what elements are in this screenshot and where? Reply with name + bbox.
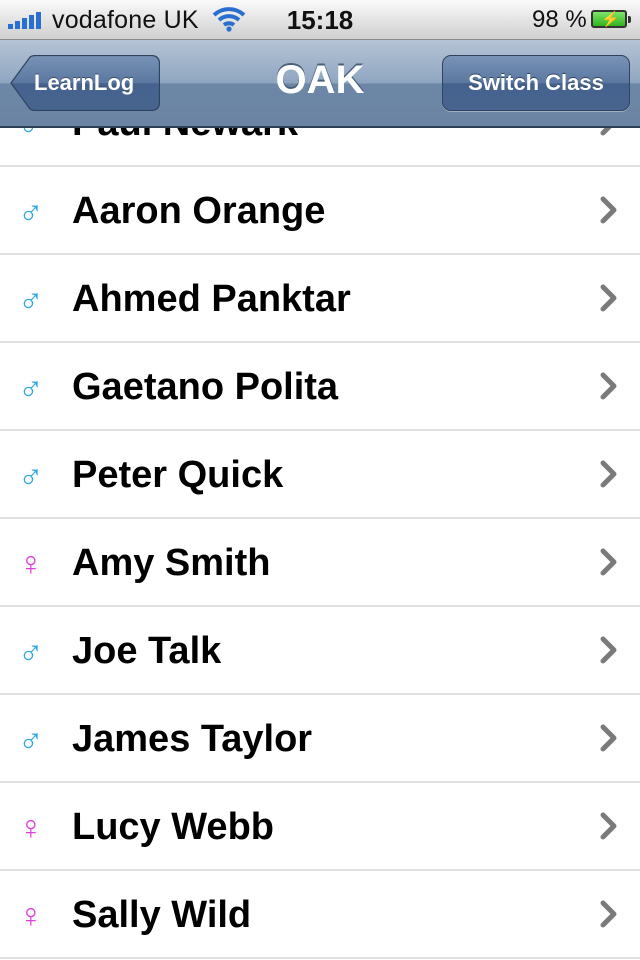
student-name: Paul Newark	[72, 128, 298, 145]
chevron-right-icon	[600, 128, 612, 136]
male-icon: ♂	[18, 721, 44, 759]
student-name: Joe Talk	[72, 630, 222, 672]
chevron-right-icon	[600, 196, 617, 224]
student-row[interactable]: ♂ Paul Newark	[0, 128, 640, 167]
navigation-bar: LearnLog OAK Switch Class	[0, 40, 640, 128]
student-row[interactable]: ♂ James Taylor	[0, 695, 640, 783]
student-name: Gaetano Polita	[72, 366, 339, 408]
female-icon: ♀	[18, 545, 44, 583]
student-row[interactable]: ♀ Lucy Webb	[0, 783, 640, 871]
female-icon: ♀	[18, 809, 44, 847]
female-icon: ♀	[18, 897, 44, 935]
student-name: Aaron Orange	[72, 190, 326, 232]
student-name: Amy Smith	[72, 542, 271, 584]
chevron-right-icon	[600, 284, 617, 312]
student-row[interactable]: ♂ Joe Talk	[0, 607, 640, 695]
student-name: Lucy Webb	[72, 806, 274, 848]
chevron-right-icon	[600, 812, 617, 840]
chevron-right-icon	[600, 900, 617, 928]
male-icon: ♂	[18, 193, 44, 231]
chevron-right-icon	[600, 724, 617, 752]
battery-percent: 98 %	[532, 6, 587, 33]
student-name: Peter Quick	[72, 454, 284, 496]
student-name: Sally Wild	[72, 894, 252, 936]
chevron-right-icon	[600, 460, 617, 488]
male-icon: ♂	[18, 128, 44, 141]
chevron-right-icon	[600, 636, 617, 664]
student-row[interactable]: ♂ Ahmed Panktar	[0, 255, 640, 343]
male-icon: ♂	[18, 457, 44, 495]
student-row[interactable]: ♂ Aaron Orange	[0, 167, 640, 255]
chevron-right-icon	[600, 372, 617, 400]
student-list: ♂Paul Newark♂Aaron Orange♂Ahmed Panktar♂…	[0, 128, 640, 959]
student-row[interactable]: ♀ Amy Smith	[0, 519, 640, 607]
status-bar: vodafone UK 15:18 98 % ⚡	[0, 0, 640, 40]
student-row[interactable]: ♂ Peter Quick	[0, 431, 640, 519]
battery-icon: ⚡	[591, 10, 631, 28]
student-name: Ahmed Panktar	[72, 278, 351, 320]
student-name: James Taylor	[72, 718, 313, 760]
male-icon: ♂	[18, 281, 44, 319]
student-list-viewport[interactable]: ♂Paul Newark♂Aaron Orange♂Ahmed Panktar♂…	[0, 128, 640, 960]
male-icon: ♂	[18, 633, 44, 671]
switch-class-button[interactable]: Switch Class	[442, 55, 630, 111]
student-row[interactable]: ♂ Gaetano Polita	[0, 343, 640, 431]
student-row[interactable]: ♀ Sally Wild	[0, 871, 640, 959]
male-icon: ♂	[18, 369, 44, 407]
switch-class-button-label: Switch Class	[468, 70, 604, 95]
chevron-right-icon	[600, 548, 617, 576]
